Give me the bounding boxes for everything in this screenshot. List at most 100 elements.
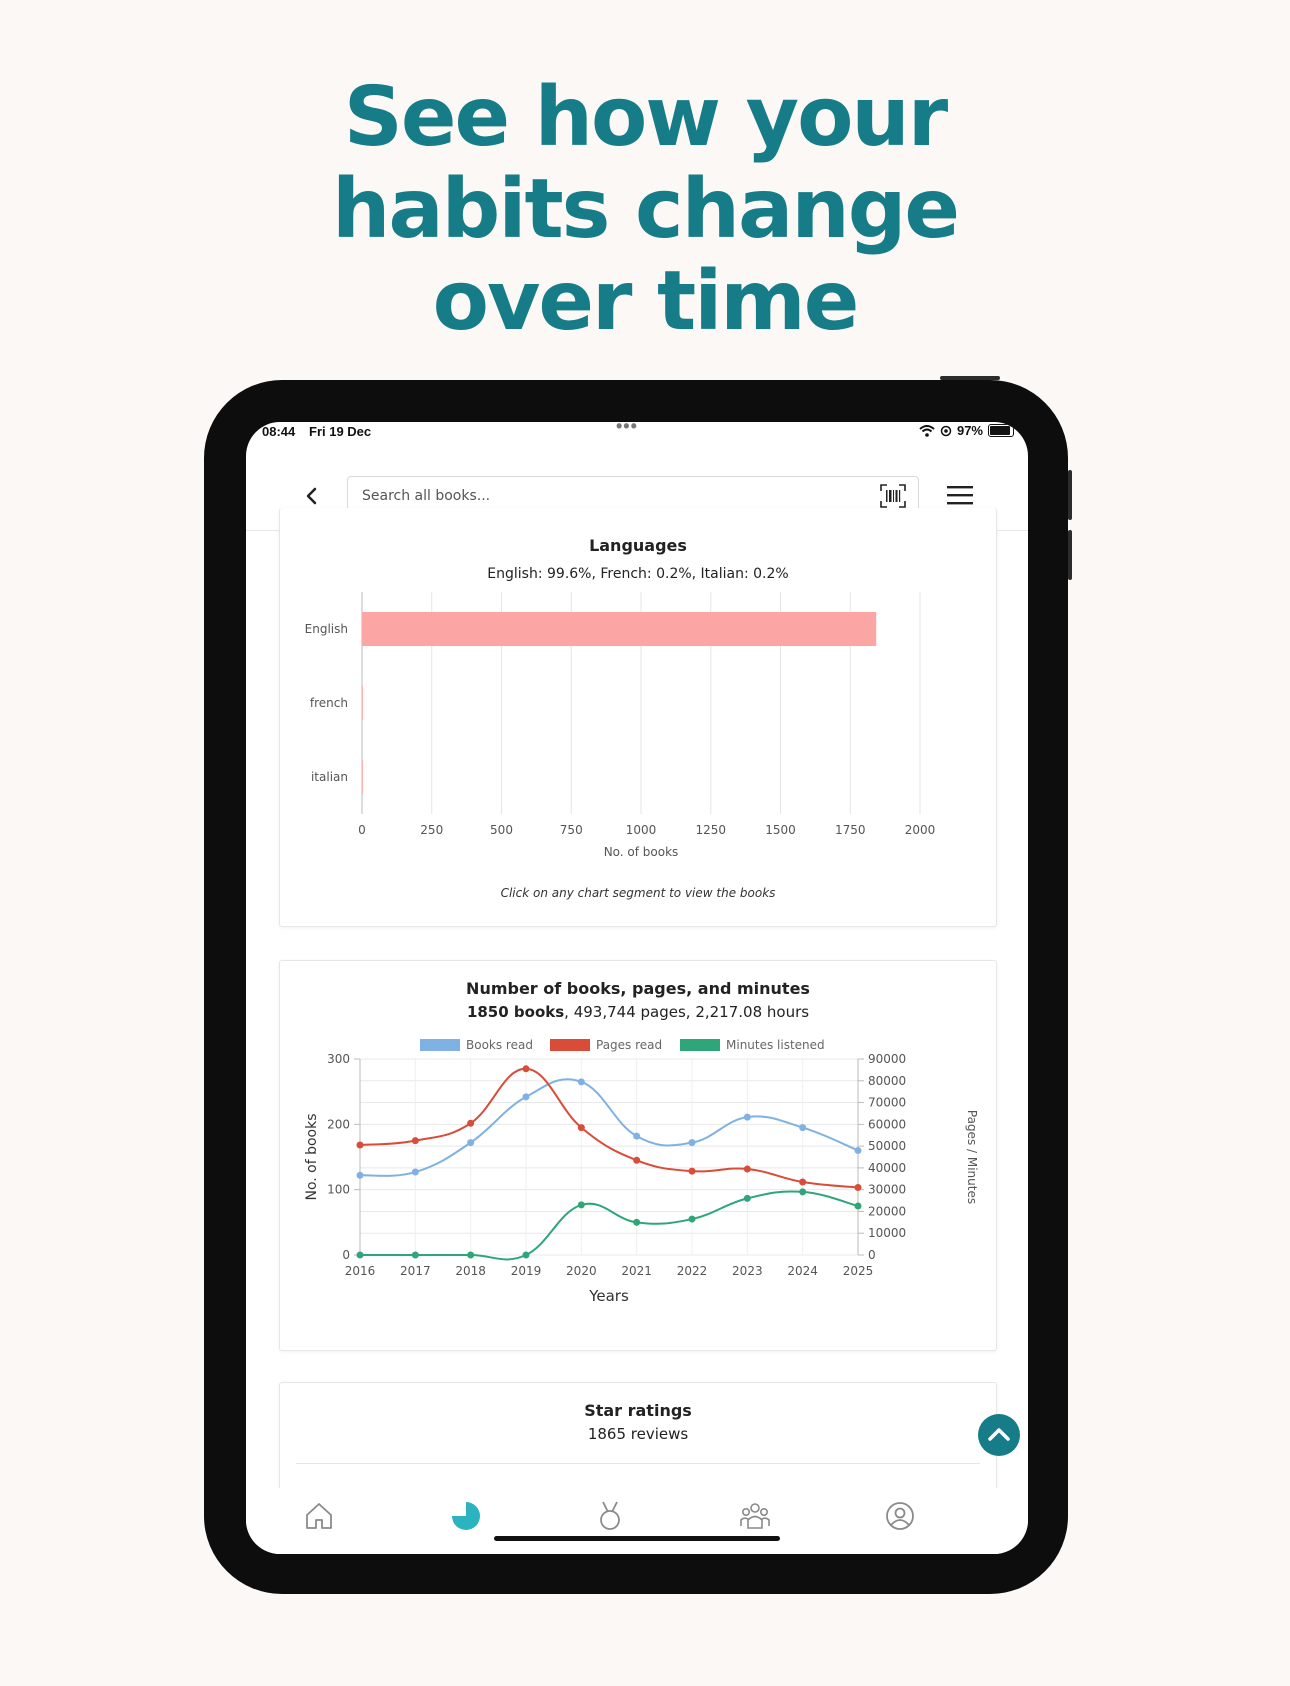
y-right-tick-label: 20000 [868, 1204, 906, 1218]
battery-percent: 97% [956, 423, 983, 438]
y-right-tick-label: 10000 [868, 1226, 906, 1240]
data-point[interactable] [633, 1132, 641, 1140]
home-indicator[interactable] [494, 1536, 780, 1541]
stats-pie-icon[interactable] [448, 1498, 484, 1534]
data-point[interactable] [522, 1065, 530, 1073]
books-chart-summary: 1850 books, 493,744 pages, 2,217.08 hour… [280, 1003, 996, 1021]
hamburger-menu-icon[interactable] [946, 484, 974, 506]
data-point[interactable] [577, 1201, 585, 1209]
data-point[interactable] [577, 1078, 585, 1086]
profile-icon[interactable] [882, 1498, 918, 1534]
books-count-summary: 1850 books [466, 1003, 565, 1021]
search-input[interactable] [360, 483, 834, 509]
x-tick-label: 2019 [511, 1264, 542, 1278]
data-point[interactable] [467, 1139, 475, 1147]
y-right-tick-label: 80000 [868, 1074, 906, 1088]
books-pages-minutes-line-chart[interactable]: Books read Pages read Minutes listened 0 100… [280, 1037, 996, 1337]
x-axis-title: Years [588, 1287, 629, 1305]
back-chevron-icon[interactable] [302, 484, 322, 508]
tablet-top-button [940, 376, 1000, 380]
x-tick-label: 2017 [400, 1264, 431, 1278]
series-line [359, 1078, 859, 1177]
data-point[interactable] [633, 1156, 641, 1164]
data-point[interactable] [743, 1113, 751, 1121]
data-point[interactable] [688, 1215, 696, 1223]
data-point[interactable] [467, 1251, 475, 1259]
data-point[interactable] [522, 1251, 530, 1259]
data-point[interactable] [356, 1251, 364, 1259]
x-tick-label: 2020 [566, 1264, 597, 1278]
series-line [359, 1067, 859, 1189]
tablet-volume-down-button [1068, 530, 1072, 580]
data-point[interactable] [522, 1093, 530, 1101]
data-point[interactable] [799, 1178, 807, 1186]
x-tick-label: 2025 [843, 1264, 874, 1278]
x-tick-label: 2018 [455, 1264, 486, 1278]
data-point[interactable] [411, 1168, 419, 1176]
star-ratings-title: Star ratings [584, 1401, 692, 1420]
x-tick-label: 2016 [345, 1264, 376, 1278]
data-point[interactable] [799, 1188, 807, 1196]
legend-swatch [420, 1039, 460, 1051]
data-point[interactable] [411, 1137, 419, 1145]
y-left-tick-label: 0 [342, 1248, 350, 1262]
y-category-label: italian [311, 770, 348, 784]
multitask-dots[interactable]: ••• [616, 422, 638, 437]
x-tick-label: 1000 [626, 823, 657, 837]
x-tick-label: 500 [490, 823, 513, 837]
data-point[interactable] [356, 1141, 364, 1149]
x-tick-label: 2021 [621, 1264, 652, 1278]
y-left-tick-label: 300 [327, 1052, 350, 1066]
medal-icon[interactable] [592, 1498, 628, 1534]
x-tick-label: 2022 [677, 1264, 708, 1278]
headline: See how your habits change over time [0, 72, 1290, 348]
status-right: 97% [919, 423, 1014, 438]
language-bar[interactable] [362, 612, 877, 646]
y-right-tick-label: 90000 [868, 1052, 906, 1066]
books-chart-title: Number of books, pages, and minutes [466, 979, 810, 998]
wifi-icon [919, 424, 935, 437]
x-tick-label: 250 [420, 823, 443, 837]
barcode-scan-icon[interactable] [880, 484, 906, 508]
data-point[interactable] [743, 1194, 751, 1202]
status-bar: 08:44 Fri 19 Dec ••• 97% [246, 422, 1028, 462]
ratings-divider [296, 1463, 980, 1464]
languages-title: Languages [589, 536, 687, 555]
legend-label: Books read [466, 1038, 533, 1052]
x-tick-label: 2023 [732, 1264, 763, 1278]
y-category-label: french [310, 696, 348, 710]
languages-bar-chart[interactable]: 0 250 500 750 1000 1250 1500 1750 2000 English fre… [280, 592, 996, 882]
status-date: Fri 19 Dec [309, 424, 372, 439]
x-tick-label: 2024 [787, 1264, 818, 1278]
x-tick-label: 1250 [695, 823, 726, 837]
data-point[interactable] [854, 1183, 862, 1191]
scroll-to-top-button[interactable] [978, 1414, 1020, 1456]
data-point[interactable] [411, 1251, 419, 1259]
language-bar[interactable] [362, 686, 363, 720]
languages-summary: English: 99.6%, French: 0.2%, Italian: 0… [487, 566, 789, 582]
legend-swatch [680, 1039, 720, 1051]
x-tick-label: 750 [560, 823, 583, 837]
home-icon[interactable] [301, 1498, 337, 1534]
community-icon[interactable] [737, 1498, 773, 1534]
data-point[interactable] [467, 1119, 475, 1127]
data-point[interactable] [854, 1202, 862, 1210]
y-right-tick-label: 70000 [868, 1096, 906, 1110]
screen: 08:44 Fri 19 Dec ••• 97% Search all book… [246, 422, 1028, 1554]
data-point[interactable] [688, 1167, 696, 1175]
chevron-up-icon [988, 1428, 1010, 1441]
x-tick-label: 2000 [905, 823, 936, 837]
data-point[interactable] [799, 1124, 807, 1132]
data-point[interactable] [633, 1218, 641, 1226]
y-right-tick-label: 50000 [868, 1139, 906, 1153]
data-point[interactable] [854, 1146, 862, 1154]
y-right-tick-label: 40000 [868, 1161, 906, 1175]
data-point[interactable] [743, 1165, 751, 1173]
legend-label: Pages read [596, 1038, 662, 1052]
data-point[interactable] [577, 1124, 585, 1132]
x-axis-title: No. of books [604, 845, 679, 859]
data-point[interactable] [688, 1139, 696, 1147]
y-left-tick-label: 100 [327, 1183, 350, 1197]
language-bar[interactable] [362, 760, 363, 794]
data-point[interactable] [356, 1171, 364, 1179]
